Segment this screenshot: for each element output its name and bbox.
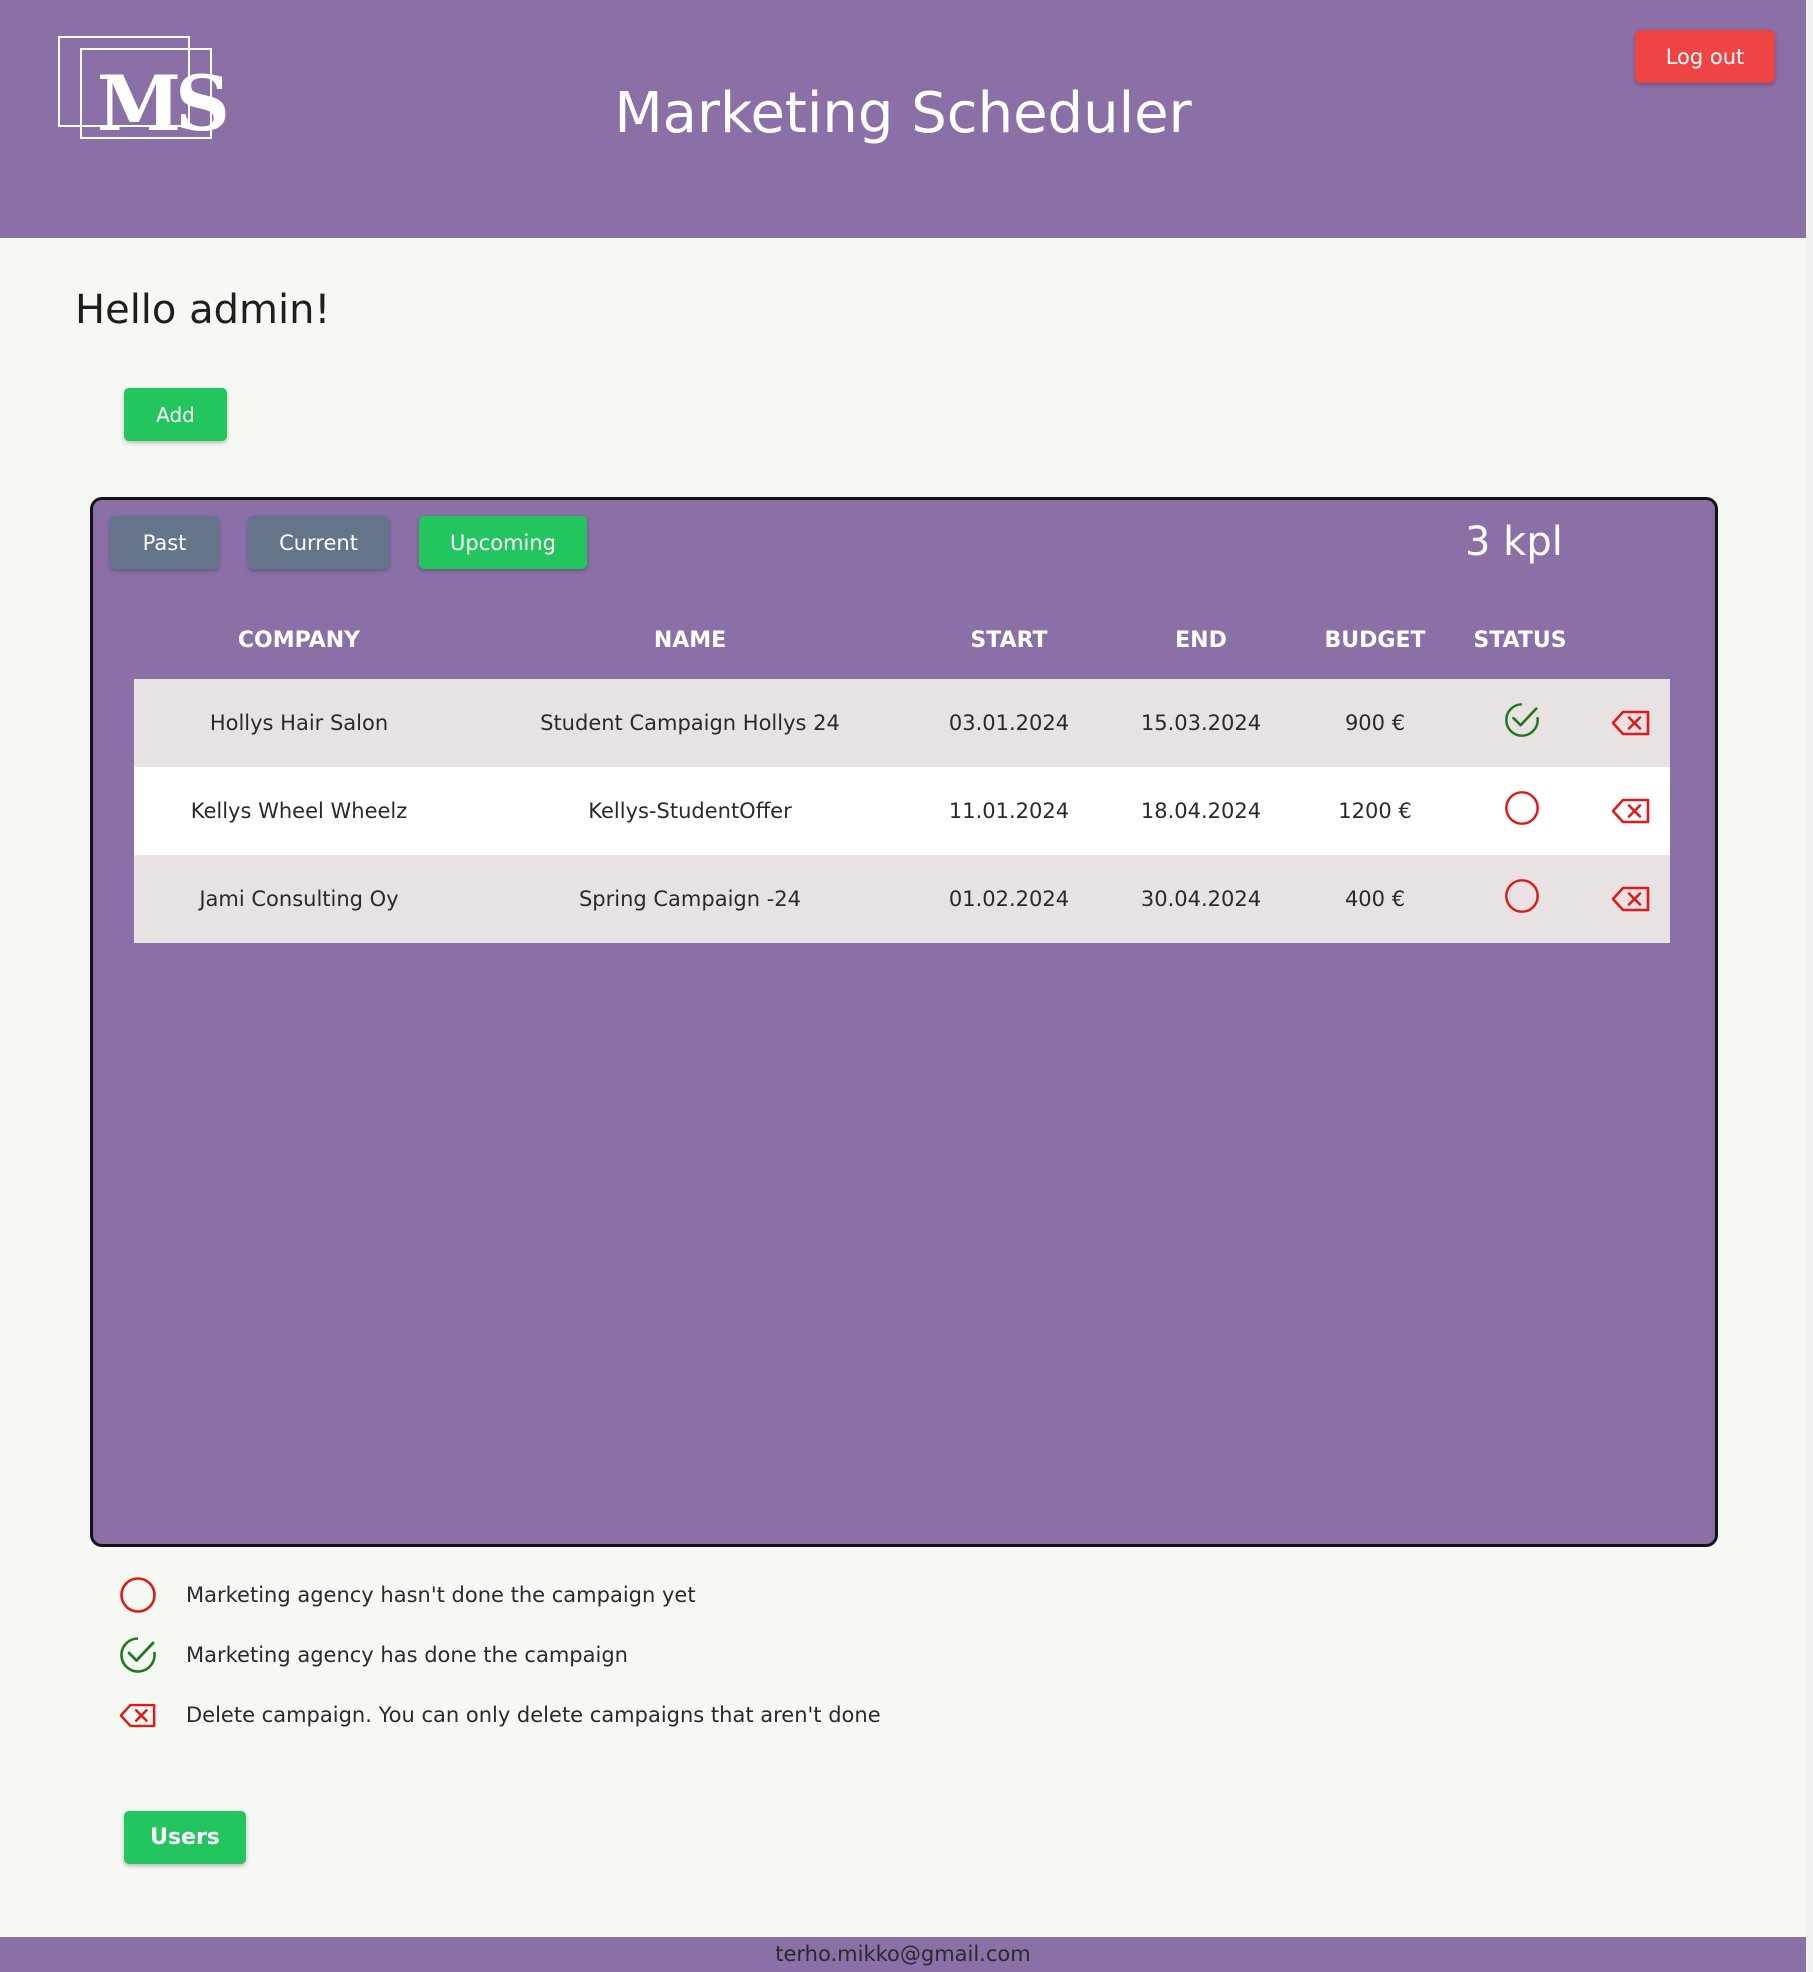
cell-name: Spring Campaign -24 [578,887,802,911]
column-header-company: COMPANY [237,628,361,653]
campaigns-table-body: Hollys Hair Salon Student Campaign Hollys… [134,679,1670,943]
delete-icon[interactable] [1611,797,1651,825]
column-header-start: START [970,628,1048,653]
footer-email: terho.mikko@gmail.com [775,1942,1031,1966]
tab-current[interactable]: Current [248,516,389,569]
app-title: Marketing Scheduler [614,81,1192,146]
cell-start: 11.01.2024 [948,799,1070,823]
cell-name: Kellys-StudentOffer [588,799,792,823]
cell-start: 01.02.2024 [948,887,1070,911]
footer: terho.mikko@gmail.com [0,1937,1806,1972]
table-row: Hollys Hair Salon Student Campaign Hollys… [134,679,1670,767]
cell-end: 30.04.2024 [1140,887,1262,911]
legend-not-done-icon [118,1575,158,1615]
column-header-end: END [1175,628,1227,653]
app-header: MS Marketing Scheduler Log out [0,0,1806,238]
cell-budget: 400 € [1344,887,1406,911]
greeting-text: Hello admin! [75,287,331,333]
add-campaign-button[interactable]: Add [124,388,227,441]
status-not-done-icon [1503,877,1541,915]
scrollbar-track[interactable] [1806,0,1813,1972]
cell-end: 18.04.2024 [1140,799,1262,823]
cell-budget: 1200 € [1338,799,1412,823]
legend-delete-icon [118,1695,158,1735]
delete-icon[interactable] [1611,885,1651,913]
status-not-done-icon [1503,789,1541,827]
table-row: Kellys Wheel Wheelz Kellys-StudentOffer 11… [134,767,1670,855]
column-header-name: NAME [653,628,727,653]
tab-upcoming[interactable]: Upcoming [419,516,587,569]
cell-budget: 900 € [1344,711,1406,735]
cell-company: Hollys Hair Salon [209,711,389,735]
cell-company: Kellys Wheel Wheelz [190,799,408,823]
campaigns-panel: Past Current Upcoming 3 kpl COMPANY NAME… [90,497,1718,1547]
column-header-budget: BUDGET [1324,628,1426,653]
cell-end: 15.03.2024 [1140,711,1262,735]
cell-name: Student Campaign Hollys 24 [540,711,840,735]
legend-done-icon [118,1635,158,1675]
campaign-count: 3 kpl [1465,519,1563,565]
logout-button[interactable]: Log out [1635,30,1775,83]
legend-text: Marketing agency has done the campaign [186,1643,628,1667]
cell-company: Jami Consulting Oy [199,887,399,911]
table-row: Jami Consulting Oy Spring Campaign -24 01.… [134,855,1670,943]
legend-text: Delete campaign. You can only delete cam… [186,1703,881,1727]
page: MS Marketing Scheduler Log out Hello adm… [0,0,1813,1972]
legend-text: Marketing agency hasn't done the campaig… [186,1583,696,1607]
status-done-icon [1503,701,1541,739]
users-button[interactable]: Users [124,1811,246,1864]
cell-start: 03.01.2024 [948,711,1070,735]
delete-icon[interactable] [1611,709,1651,737]
tab-past[interactable]: Past [110,516,219,569]
column-header-status: STATUS [1473,628,1567,653]
